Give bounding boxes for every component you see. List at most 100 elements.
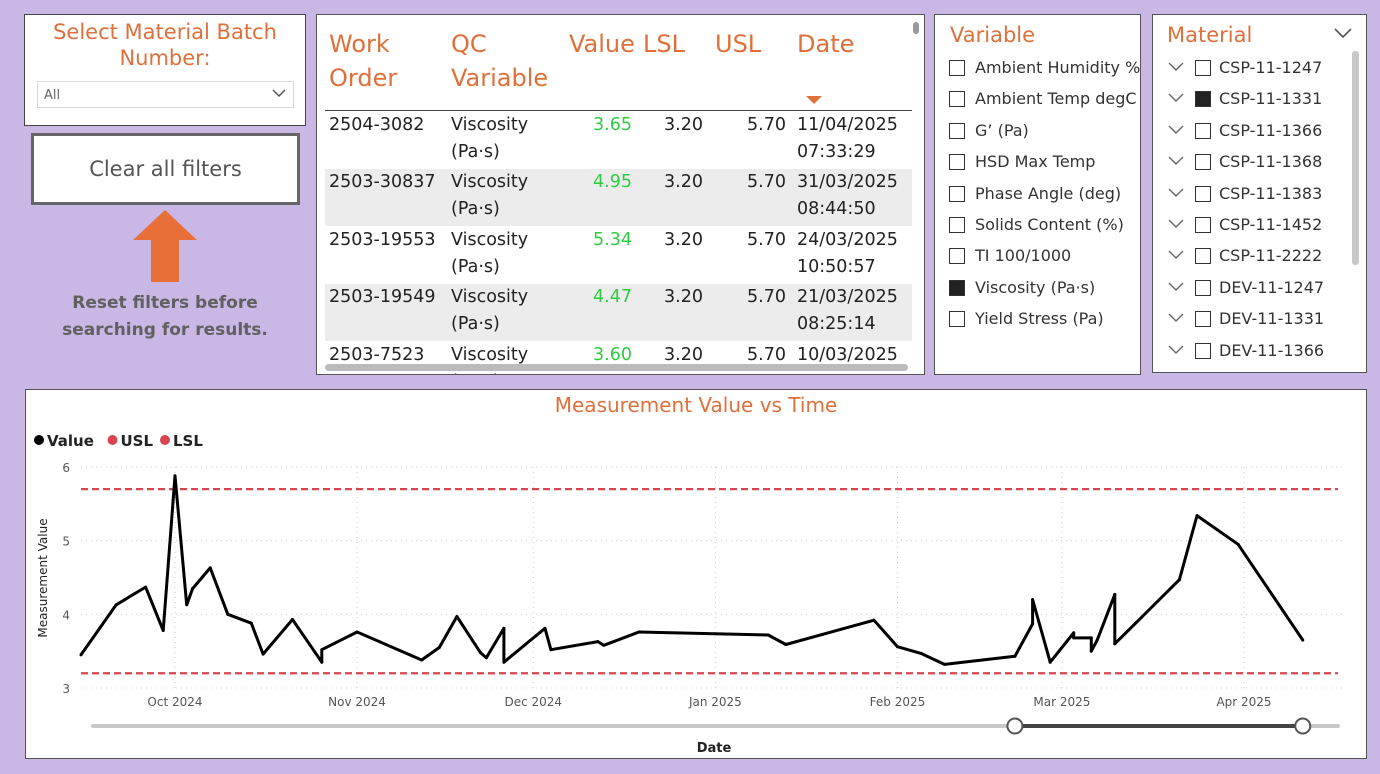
checkbox[interactable]: [1195, 122, 1211, 139]
data-point: [1301, 638, 1305, 642]
table-row[interactable]: 2503-19553 Viscosity (Pa·s) 5.34 3.20 5.70 24/…: [325, 227, 912, 284]
y-tick-label: 4: [62, 608, 70, 622]
chart-title: Measurement Value vs Time: [555, 393, 838, 417]
expand-chevron-icon[interactable]: [1167, 90, 1185, 106]
cell-usl: 5.70: [747, 172, 786, 192]
legend-marker: [34, 435, 44, 445]
legend-marker: [107, 435, 118, 445]
checkbox[interactable]: [949, 248, 965, 265]
range-slider-end-handle[interactable]: [1294, 717, 1312, 735]
cell-usl: 5.70: [747, 230, 786, 250]
checkbox[interactable]: [949, 91, 965, 108]
expand-chevron-icon[interactable]: [1167, 216, 1185, 232]
legend-label: Value: [47, 432, 94, 450]
material-slicer-title: Material: [1167, 23, 1253, 47]
table-row[interactable]: 2504-3082 Viscosity (Pa·s) 3.65 3.20 5.70 11/0…: [325, 112, 912, 169]
expand-chevron-icon[interactable]: [1167, 310, 1185, 326]
checkbox[interactable]: [1195, 217, 1211, 233]
material-option-label: DEV-11-1331: [1219, 309, 1325, 329]
checkbox[interactable]: [949, 279, 965, 296]
cell-time: 07:33:29: [797, 142, 876, 162]
data-point: [502, 626, 506, 630]
vertical-scrollbar[interactable]: [1352, 51, 1359, 265]
variable-option-label: TI 100/1000: [975, 246, 1072, 266]
checkbox[interactable]: [1195, 279, 1211, 296]
data-point: [420, 658, 424, 662]
expand-chevron-icon[interactable]: [1167, 153, 1185, 169]
checkbox[interactable]: [949, 122, 965, 139]
checkbox[interactable]: [949, 185, 965, 202]
checkbox[interactable]: [949, 60, 965, 76]
data-point: [1195, 514, 1199, 518]
batch-dropdown[interactable]: All: [37, 81, 294, 108]
checkbox[interactable]: [949, 154, 965, 171]
material-option-label: CSP-11-1247: [1219, 58, 1323, 77]
checkbox[interactable]: [1195, 311, 1211, 328]
results-table: Work Order QC Variable Value LSL USL Dat…: [316, 14, 925, 375]
data-point: [942, 662, 946, 666]
material-option-label: CSP-11-1368: [1219, 152, 1323, 172]
data-point: [355, 630, 359, 634]
checkbox[interactable]: [1195, 154, 1211, 171]
expand-chevron-icon[interactable]: [1167, 59, 1185, 75]
checkbox[interactable]: [949, 217, 965, 233]
data-point: [1031, 598, 1035, 602]
y-axis-label: Measurement Value: [36, 518, 50, 637]
data-point: [1089, 636, 1093, 640]
column-header-lsl[interactable]: LSL: [643, 27, 685, 61]
table-row[interactable]: 2503-19549 Viscosity (Pa·s) 4.47 3.20 5.70 21/…: [325, 284, 912, 341]
data-point: [173, 474, 177, 478]
data-point: [185, 603, 189, 607]
data-point: [1031, 622, 1035, 626]
data-point: [437, 645, 441, 649]
variable-slicer-title: Variable: [950, 23, 1036, 47]
column-header-value[interactable]: Value: [569, 27, 635, 61]
data-point: [1095, 638, 1099, 642]
checkbox[interactable]: [1195, 185, 1211, 202]
data-point: [191, 587, 195, 591]
legend-label: LSL: [173, 432, 203, 450]
variable-slicer: Variable Ambient Humidity % Ambient Temp …: [934, 14, 1141, 375]
vertical-scrollbar[interactable]: [913, 22, 919, 34]
chevron-down-icon[interactable]: [1333, 25, 1353, 41]
column-header-date[interactable]: Date: [797, 27, 854, 61]
data-point: [478, 651, 482, 655]
data-point: [455, 615, 459, 619]
checkbox[interactable]: [1195, 342, 1211, 359]
expand-chevron-icon[interactable]: [1167, 279, 1185, 295]
cell-unit: (Pa·s): [451, 199, 500, 219]
expand-chevron-icon[interactable]: [1167, 342, 1185, 358]
checkbox[interactable]: [1195, 91, 1211, 108]
cell-lsl: 3.20: [664, 172, 703, 192]
expand-chevron-icon[interactable]: [1167, 122, 1185, 138]
cell-time: 08:25:14: [797, 314, 876, 334]
x-tick-label: Mar 2025: [1033, 695, 1090, 709]
variable-option-label: Ambient Humidity %: [975, 58, 1141, 77]
clear-filters-button[interactable]: Clear all filters: [31, 133, 300, 205]
table-row[interactable]: 2503-30837 Viscosity (Pa·s) 4.95 3.20 5.70 31/…: [325, 169, 912, 226]
checkbox[interactable]: [1195, 248, 1211, 265]
expand-chevron-icon[interactable]: [1167, 247, 1185, 263]
column-header-usl[interactable]: USL: [715, 27, 761, 61]
column-header-work-order[interactable]: Work Order: [329, 27, 439, 95]
data-point: [114, 603, 118, 607]
batch-dropdown-value: All: [44, 88, 61, 103]
data-point: [1113, 642, 1117, 646]
checkbox[interactable]: [1195, 60, 1211, 76]
cell-lsl: 3.20: [664, 115, 703, 135]
data-point: [249, 621, 253, 625]
legend-marker: [160, 435, 170, 445]
cell-variable: Viscosity: [451, 287, 529, 307]
data-point: [543, 626, 547, 630]
column-header-qc-variable[interactable]: QC Variable: [451, 27, 561, 95]
data-point: [320, 660, 324, 664]
checkbox[interactable]: [949, 311, 965, 328]
horizontal-scrollbar[interactable]: [325, 364, 908, 371]
value-series-line: [79, 474, 1305, 666]
data-point: [602, 643, 606, 647]
y-tick-label: 6: [62, 461, 70, 475]
range-slider-start-handle[interactable]: [1006, 717, 1024, 735]
cell-variable: Viscosity: [451, 230, 529, 250]
variable-option-label: Viscosity (Pa·s): [975, 277, 1096, 297]
expand-chevron-icon[interactable]: [1167, 185, 1185, 201]
